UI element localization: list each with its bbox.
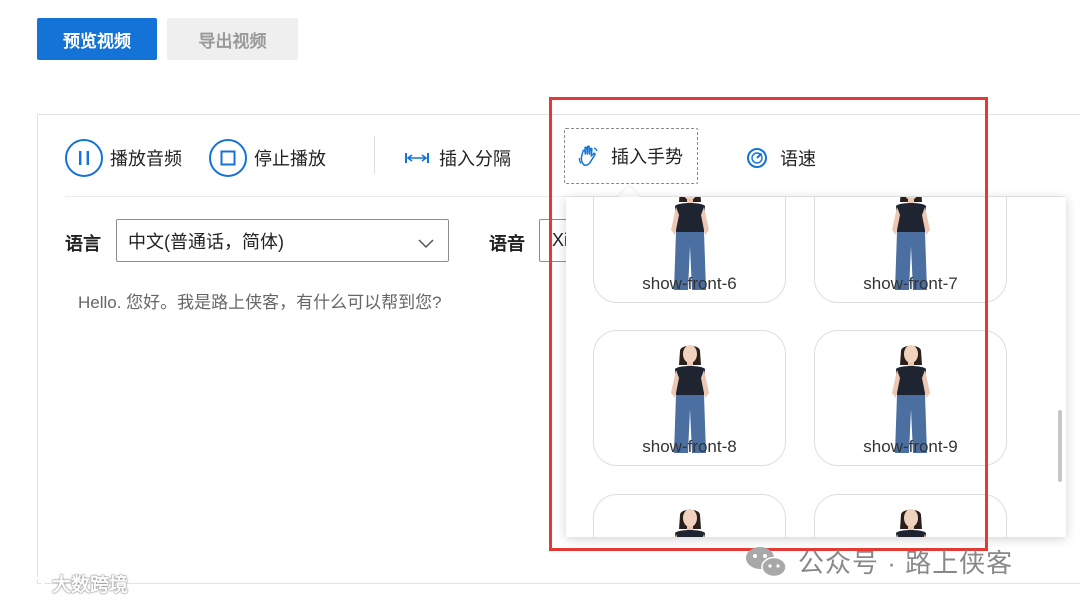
watermark-left-text: 大数跨境 bbox=[52, 575, 129, 596]
stop-play-button[interactable]: 停止播放 bbox=[209, 138, 326, 178]
export-video-button[interactable]: 导出视频 bbox=[167, 18, 298, 60]
language-select-value: 中文(普通话，简体) bbox=[128, 231, 284, 252]
watermark-right-text: 公众号 · 路上侠客 bbox=[798, 548, 1014, 578]
pause-icon bbox=[65, 139, 103, 177]
language-select[interactable]: 中文(普通话，简体) bbox=[116, 219, 449, 262]
stop-play-label: 停止播放 bbox=[254, 149, 326, 169]
preview-video-button[interactable]: 预览视频 bbox=[37, 18, 157, 60]
insert-break-button[interactable]: 插入分隔 bbox=[405, 138, 511, 178]
ssml-text-editor[interactable]: Hello. 您好。我是路上侠客，有什么可以帮到您? bbox=[78, 288, 442, 313]
watermark-left: 大数跨境 bbox=[8, 570, 128, 597]
stop-icon bbox=[209, 139, 247, 177]
toolbar-separator bbox=[374, 136, 375, 174]
play-audio-label: 播放音频 bbox=[110, 149, 182, 169]
language-label: 语言 bbox=[65, 234, 101, 254]
watermark-right: 公众号 · 路上侠客 bbox=[744, 543, 1013, 580]
break-icon bbox=[405, 152, 429, 164]
insert-break-label: 插入分隔 bbox=[439, 149, 511, 169]
wechat-icon bbox=[744, 544, 788, 580]
highlight-box bbox=[549, 97, 988, 551]
chevron-down-icon bbox=[418, 233, 434, 254]
watermark-logo-icon bbox=[8, 574, 48, 594]
voice-label: 语音 bbox=[489, 234, 525, 254]
play-audio-button[interactable]: 播放音频 bbox=[65, 138, 182, 178]
dropdown-scrollbar[interactable] bbox=[1058, 410, 1062, 482]
